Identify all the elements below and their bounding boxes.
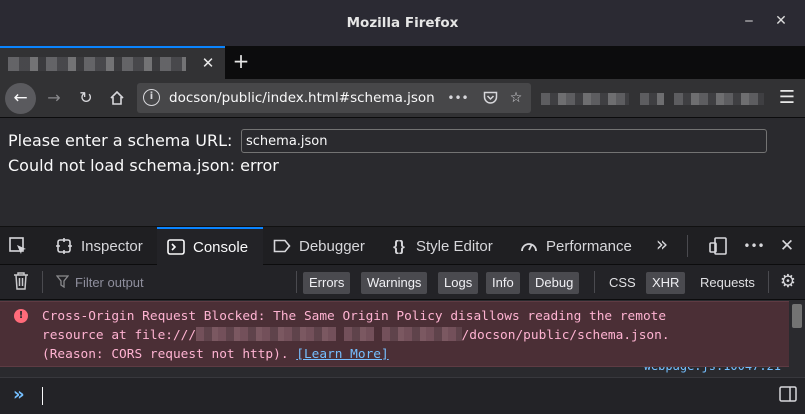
filter-xhr-button[interactable]: XHR — [646, 272, 686, 294]
filter-errors-button[interactable]: Errors — [303, 272, 351, 294]
tab-performance[interactable]: Performance — [514, 227, 638, 265]
message-line-1: Cross-Origin Request Blocked: The Same O… — [42, 309, 667, 324]
console-scrollbar[interactable] — [789, 301, 805, 377]
hamburger-menu-icon[interactable]: ☰ — [776, 87, 798, 109]
page-actions-icon[interactable]: ••• — [447, 87, 469, 109]
message-source-link-partial[interactable]: webpage.js:10047:21 — [644, 367, 781, 373]
page-content: Please enter a schema URL: Could not loa… — [0, 119, 805, 226]
console-filter-bar: Filter output Errors Warnings Logs Info … — [0, 265, 805, 300]
home-icon[interactable] — [104, 85, 130, 111]
tab-label: Inspector — [81, 237, 143, 255]
filter-requests-button[interactable]: Requests — [694, 272, 761, 294]
console-icon — [167, 238, 185, 256]
message-line-2-end: /docson/public/schema.json. — [461, 328, 670, 343]
toolbar-extensions-redacted — [541, 93, 629, 105]
tab-style-editor[interactable]: {} Style Editor — [384, 227, 499, 265]
filter-css-button[interactable]: CSS — [603, 272, 642, 294]
trash-icon[interactable] — [11, 272, 31, 292]
toolbar-extension-redacted — [640, 93, 664, 105]
schema-url-input[interactable] — [241, 129, 767, 153]
console-error-message: ! Cross-Origin Request Blocked: The Same… — [0, 301, 789, 367]
path-redacted — [381, 327, 462, 341]
filter-output-input[interactable]: Filter output — [75, 275, 144, 290]
close-icon[interactable]: ✕ — [773, 13, 789, 29]
message-line-3-start: (Reason: CORS request not http). — [42, 347, 297, 362]
tab-debugger[interactable]: Debugger — [267, 227, 371, 265]
next-message-partial: webpage.js:10047:21 — [0, 367, 789, 377]
filter-divider — [768, 271, 769, 293]
debugger-icon — [273, 237, 291, 255]
tab-label: Performance — [546, 237, 632, 255]
element-picker-icon[interactable] — [8, 227, 36, 265]
performance-icon — [520, 237, 538, 255]
error-message-text: Cross-Origin Request Blocked: The Same O… — [42, 307, 782, 364]
filter-logs-button[interactable]: Logs — [438, 272, 479, 294]
filter-divider — [594, 271, 595, 293]
style-editor-icon: {} — [393, 237, 405, 255]
tab-label: Console — [193, 238, 249, 256]
window-title: Mozilla Firefox — [346, 15, 459, 31]
tab-label: Style Editor — [416, 237, 493, 255]
pocket-icon[interactable] — [479, 87, 501, 109]
inspector-icon — [55, 237, 73, 255]
filter-debug-button[interactable]: Debug — [529, 272, 580, 294]
path-redacted — [196, 327, 337, 341]
site-info-icon[interactable]: i — [143, 89, 160, 106]
bookmark-star-icon[interactable]: ☆ — [505, 87, 527, 109]
devtools-toolbar: Inspector Console Debugger {} Style Edit… — [0, 226, 805, 265]
responsive-design-icon[interactable] — [707, 235, 729, 257]
toolbar-divider — [687, 235, 688, 257]
minimize-icon[interactable]: ‒ — [741, 13, 757, 29]
navigation-toolbar: ← → ↻ i docson/public/index.html#schema.… — [0, 79, 805, 118]
message-line-2-start: resource at file:/// — [42, 328, 197, 343]
filter-icon — [55, 275, 69, 289]
console-prompt-chevron-icon: » — [13, 384, 25, 405]
schema-url-label: Please enter a schema URL: — [8, 131, 233, 150]
tab-console[interactable]: Console — [157, 227, 263, 265]
forward-arrow-icon[interactable]: → — [41, 85, 67, 111]
gear-icon[interactable]: ⚙ — [777, 271, 799, 293]
tab-label: Debugger — [299, 237, 365, 255]
tabs-overflow-icon[interactable]: » — [651, 233, 673, 255]
window-titlebar: Mozilla Firefox ‒ ✕ — [0, 0, 805, 46]
toolbar-extensions-redacted — [674, 93, 764, 105]
tab-title-redacted — [8, 57, 186, 71]
scrollbar-thumb[interactable] — [792, 304, 802, 328]
filter-info-button[interactable]: Info — [486, 272, 520, 294]
error-icon: ! — [14, 309, 28, 323]
console-input-caret[interactable] — [42, 387, 43, 405]
tab-inspector[interactable]: Inspector — [47, 227, 151, 265]
url-text[interactable]: docson/public/index.html#schema.json — [169, 90, 435, 106]
devtools-close-icon[interactable]: ✕ — [776, 235, 798, 257]
browser-tab[interactable]: ✕ — [0, 46, 225, 79]
sidebar-toggle-icon[interactable] — [778, 386, 798, 406]
filter-divider — [296, 271, 297, 293]
load-error-text: Could not load schema.json: error — [8, 156, 279, 175]
path-redacted — [343, 327, 374, 341]
tab-strip: ✕ + — [0, 46, 805, 79]
devtools-more-icon[interactable]: ••• — [743, 235, 765, 257]
console-input-row[interactable]: » — [0, 377, 805, 414]
filter-warnings-button[interactable]: Warnings — [361, 272, 428, 294]
back-arrow-icon[interactable]: ← — [5, 83, 36, 114]
new-tab-icon[interactable]: + — [230, 50, 252, 72]
tab-close-icon[interactable]: ✕ — [199, 54, 217, 72]
reload-icon[interactable]: ↻ — [73, 85, 99, 111]
url-bar[interactable]: i docson/public/index.html#schema.json •… — [137, 83, 531, 113]
learn-more-link[interactable]: [Learn More] — [296, 347, 388, 362]
filter-divider — [42, 271, 43, 293]
